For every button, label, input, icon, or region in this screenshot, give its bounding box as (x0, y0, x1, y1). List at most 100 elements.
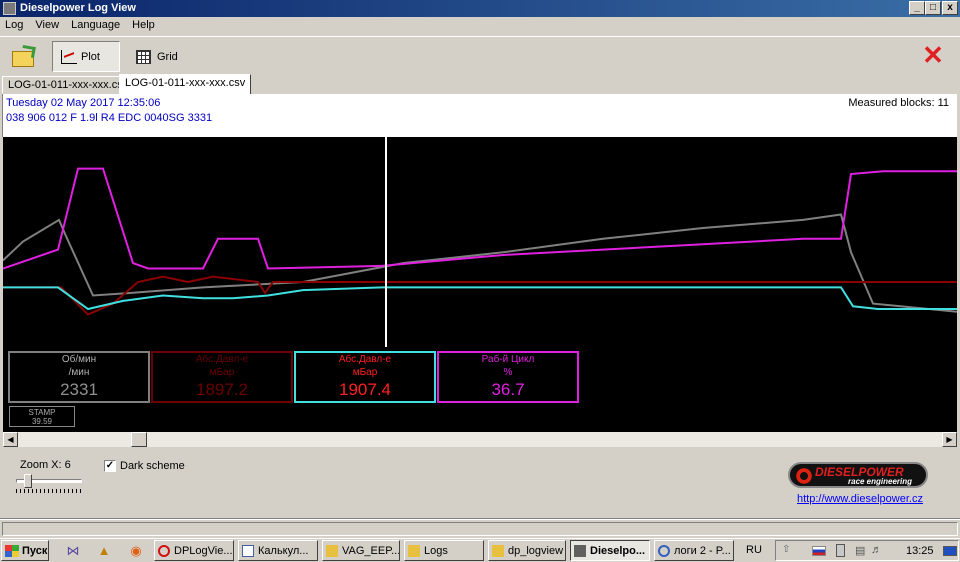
opera-icon (158, 544, 170, 557)
stamp-value: 39.59 (31, 417, 53, 426)
scroll-left-icon[interactable]: ◀ (3, 432, 18, 447)
plot-button[interactable]: Plot (52, 41, 120, 72)
series-line-2 (3, 275, 957, 316)
document-icon (242, 544, 254, 557)
gauge-value: 36.7 (491, 380, 525, 399)
app-icon (3, 2, 16, 15)
gauge-rpm: Об/мин /мин 2331 (8, 351, 150, 403)
gauge-value: 1907.4 (339, 380, 391, 399)
start-button[interactable]: Пуск (1, 540, 49, 561)
plot-label: Plot (81, 50, 100, 63)
tray-area: ⇧ ▤ ♬ 13:25 (775, 540, 959, 561)
horizontal-scrollbar[interactable]: ◀ ▶ (3, 432, 957, 447)
app-icon (574, 544, 586, 557)
ecu-id: 038 906 012 F 1.9l R4 EDC 0040SG 3331 (6, 112, 213, 124)
windows-logo-icon (5, 544, 19, 557)
taskbar-item-dieselpower[interactable]: Dieselpo... (570, 540, 650, 561)
firefox-icon[interactable]: ◉ (127, 542, 145, 560)
gauge-label: Абс.Давл-е (195, 354, 249, 365)
dark-scheme-label[interactable]: Dark scheme (120, 460, 185, 472)
folder-icon (326, 544, 338, 557)
measured-blocks: Measured blocks: 11 (848, 97, 949, 109)
open-button[interactable] (4, 41, 42, 72)
stamp-box: STAMP 39.59 (9, 406, 75, 427)
plot-area[interactable]: Об/мин /мин 2331 Абс.Давл-е мБар 1897.2 … (3, 137, 957, 432)
taskbar-item-vag-eep[interactable]: VAG_EEP... (322, 540, 400, 561)
grid-label: Grid (157, 50, 178, 63)
gauge-label: Об/мин (61, 354, 97, 365)
clock[interactable]: 13:25 (906, 545, 934, 557)
menu-view[interactable]: View (30, 17, 63, 31)
taskbar-item-calculator[interactable]: Калькул... (238, 540, 318, 561)
turbo-icon (795, 467, 813, 485)
menu-language[interactable]: Language (66, 17, 124, 31)
taskbar-item-label: Калькул... (258, 544, 309, 557)
folder-icon (408, 544, 420, 557)
grid-icon (136, 49, 151, 64)
logo-tagline: race engineering (848, 477, 913, 486)
gauge-unit: мБар (209, 367, 235, 378)
zoom-ticks (16, 489, 82, 493)
taskbar: Пуск ⋈ ▲ ◉ DPLogVie... Калькул... VAG_EE… (0, 538, 960, 562)
taskbar-item-label: VAG_EEP... (342, 544, 400, 557)
gauge-label: Раб-й Цикл (481, 354, 535, 365)
folder-icon (492, 544, 504, 557)
zoom-slider[interactable] (14, 474, 84, 494)
gauge-unit: мБар (352, 367, 378, 378)
taskbar-item-label: Dieselpo... (590, 544, 646, 557)
status-panel (2, 522, 958, 536)
taskbar-item-label: DPLogVie... (174, 544, 233, 557)
stamp-label: STAMP (28, 408, 56, 417)
menu-log[interactable]: Log (0, 17, 27, 31)
gauge-value: 2331 (60, 380, 98, 399)
maximize-button[interactable]: □ (925, 1, 941, 15)
zoom-label: Zoom X: 6 (20, 459, 71, 471)
tray-expand-icon[interactable]: ⇧ (782, 544, 790, 555)
dark-scheme-checkbox[interactable]: ✓ (104, 460, 116, 472)
log-date: Tuesday 02 May 2017 12:35:06 (6, 97, 161, 109)
quicklaunch-app-icon[interactable]: ⋈ (64, 542, 82, 560)
series-line-3 (3, 286, 957, 311)
gauge-unit: /мин (68, 367, 90, 378)
menu-bar: Log View Language Help (0, 17, 960, 35)
window-close-button[interactable]: x (942, 1, 958, 15)
taskbar-item-label: dp_logview (508, 544, 564, 557)
gauge-duty-cycle: Раб-й Цикл % 36.7 (437, 351, 579, 403)
taskbar-item-dp-logview[interactable]: dp_logview (488, 540, 566, 561)
taskbar-item-label: логи 2 - P... (674, 544, 731, 557)
paint-icon (658, 544, 670, 557)
volume-icon[interactable]: ♬ (871, 544, 882, 556)
taskbar-item-label: Logs (424, 544, 448, 557)
scroll-right-icon[interactable]: ▶ (942, 432, 957, 447)
russian-flag-icon[interactable] (812, 546, 826, 556)
battery-icon[interactable] (836, 544, 845, 557)
menu-help[interactable]: Help (127, 17, 159, 31)
toolbar: Plot Grid (0, 36, 960, 74)
show-desktop-icon[interactable] (943, 546, 957, 556)
minimize-button[interactable]: _ (909, 1, 925, 15)
taskbar-item-logs[interactable]: Logs (404, 540, 484, 561)
network-icon[interactable]: ▤ (855, 544, 865, 557)
info-panel: Tuesday 02 May 2017 12:35:06 038 906 012… (2, 94, 957, 137)
tab-log-2[interactable]: LOG-01-011-xxx-xxx.csv (119, 74, 252, 95)
taskbar-item-dplogview[interactable]: DPLogVie... (154, 540, 234, 561)
gauge-abs-pressure-2: Абс.Давл-е мБар 1907.4 (294, 351, 436, 403)
zoom-thumb[interactable] (24, 474, 32, 488)
start-label: Пуск (22, 544, 48, 557)
quicklaunch-warning-icon[interactable]: ▲ (95, 542, 113, 560)
gauge-value: 1897.2 (196, 380, 248, 399)
plot-icon (61, 49, 77, 64)
tab-log-1[interactable]: LOG-01-011-xxx-xxx.csv (2, 76, 135, 94)
grid-button[interactable]: Grid (128, 41, 186, 72)
gauge-label: Абс.Давл-е (338, 354, 392, 365)
dieselpower-logo: DIESELPOWER race engineering (788, 462, 928, 488)
close-log-icon[interactable]: ✕ (920, 42, 946, 68)
window-title: Dieselpower Log View (20, 2, 136, 14)
website-link[interactable]: http://www.dieselpower.cz (797, 493, 923, 505)
scroll-thumb[interactable] (131, 432, 147, 447)
gauge-unit: % (503, 367, 513, 378)
language-indicator[interactable]: RU (746, 544, 762, 556)
system-tray: RU ⇧ ▤ ♬ 13:25 (742, 540, 959, 561)
taskbar-item-logi2[interactable]: логи 2 - P... (654, 540, 734, 561)
title-bar: Dieselpower Log View _ □ x (0, 0, 960, 17)
